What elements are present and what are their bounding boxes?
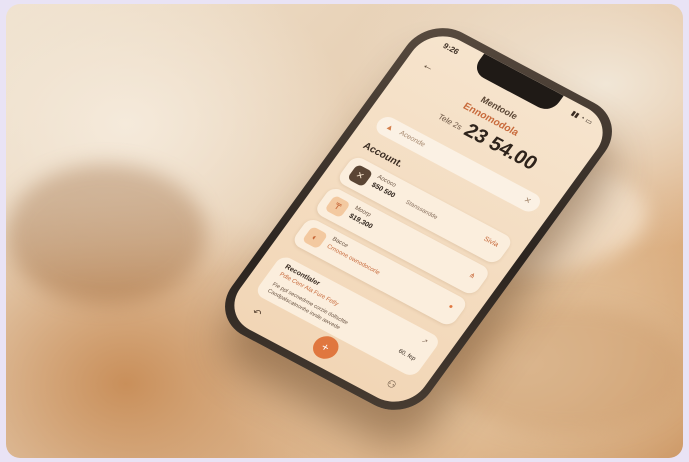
search-placeholder: Aceonde [397,129,427,149]
card-action[interactable]: ● [447,303,455,311]
card-action[interactable]: ⋔ [467,271,477,280]
phone-scene: 9:26 ▮▮ ◔ ▭ ← Mentoole Ennomodola Tele 2… [6,4,683,458]
status-icons: ▮▮ ◔ ▭ [569,110,594,127]
profile-icon[interactable]: ⚇ [384,378,398,391]
smartphone: 9:26 ▮▮ ◔ ▭ ← Mentoole Ennomodola Tele 2… [209,15,628,423]
search-icon: ▲ [383,121,397,133]
undo-icon[interactable]: ↶ [249,307,263,320]
status-time: 9:26 [441,41,461,57]
recent-amount: 60, fep [396,348,417,363]
close-icon[interactable]: ✕ [518,191,536,210]
card-icon: ◐ [301,226,329,250]
arrow-icon[interactable]: ↗ [420,337,430,345]
card-action[interactable]: Sivla [482,236,500,249]
photo-frame: 9:26 ▮▮ ◔ ▭ ← Mentoole Ennomodola Tele 2… [6,4,683,458]
phone-screen: 9:26 ▮▮ ◔ ▭ ← Mentoole Ennomodola Tele 2… [221,25,616,413]
balance-label: Tele 2s [436,112,464,132]
card-icon: ✕ [346,163,374,188]
card-note: Crnoone ownodocorle [325,243,381,277]
card-note: Stanssandde [403,199,439,221]
card-icon: ₸ [324,194,351,219]
